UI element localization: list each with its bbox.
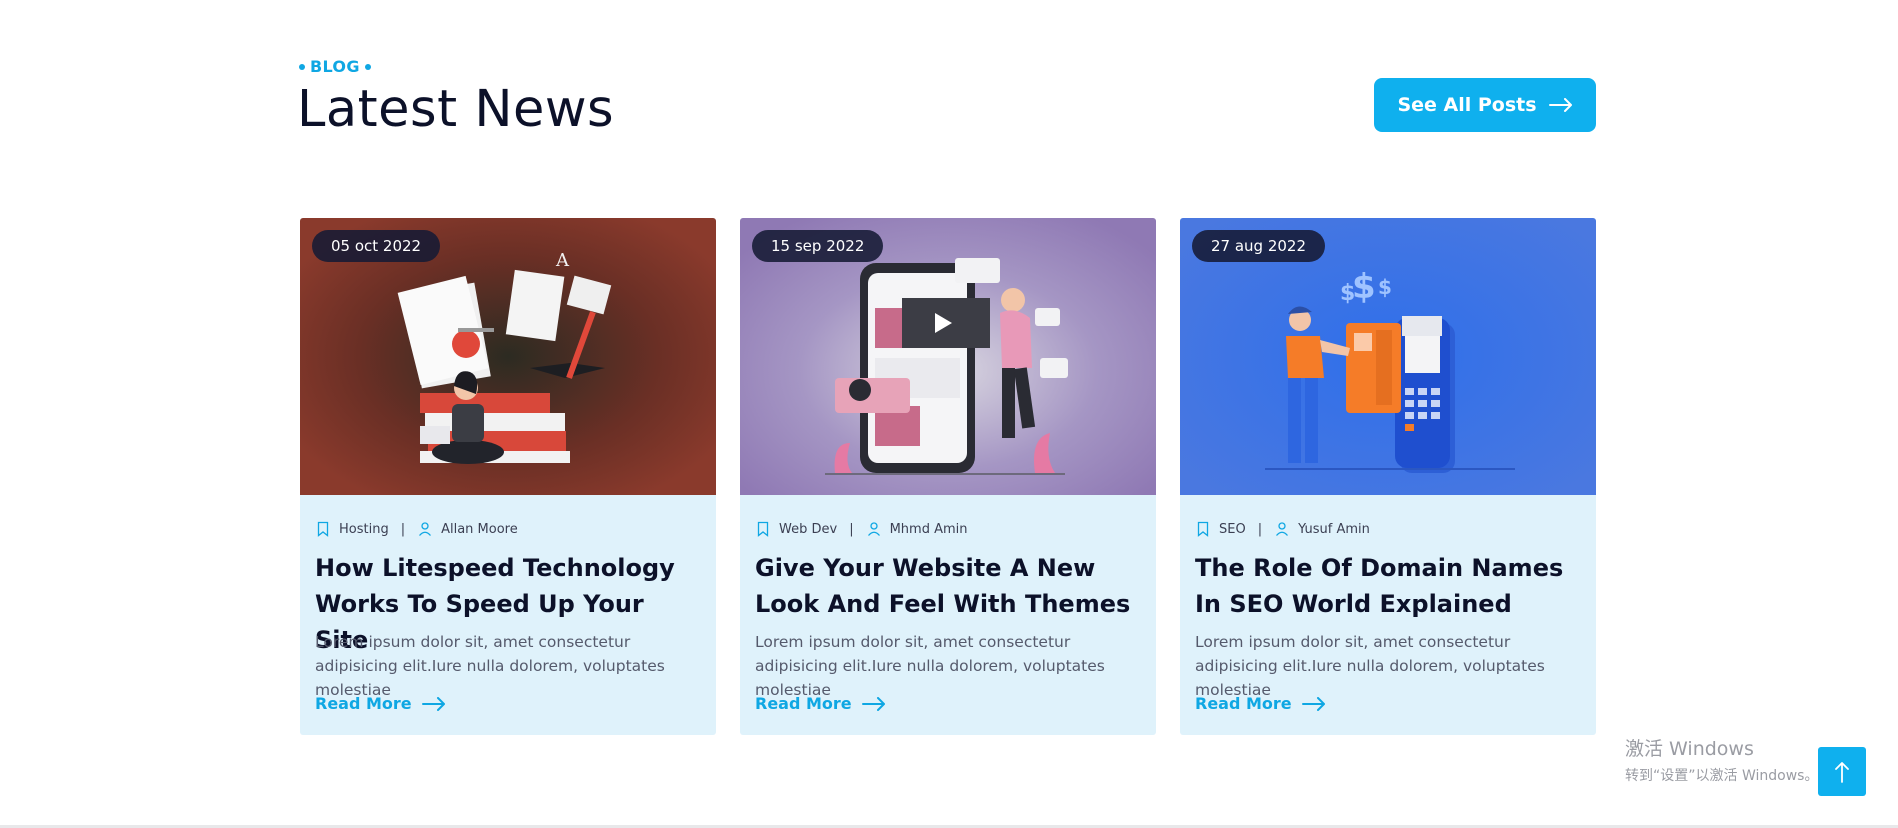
read-more-label: Read More <box>755 694 852 713</box>
bookmark-icon <box>755 521 771 537</box>
eyebrow-label: BLOG <box>310 57 360 76</box>
watermark-line-2: 转到“设置”以激活 Windows。 <box>1625 768 1819 784</box>
meta-separator: | <box>400 521 406 537</box>
windows-activation-watermark: 激活 Windows 转到“设置”以激活 Windows。 <box>1625 734 1818 785</box>
meta-separator: | <box>1257 521 1263 537</box>
user-icon <box>1274 521 1290 537</box>
svg-text:$: $ <box>1352 267 1376 307</box>
post-date-badge: 05 oct 2022 <box>312 230 441 262</box>
eyebrow-dot-right <box>364 63 371 70</box>
post-thumbnail[interactable]: 15 sep 2022 <box>740 218 1156 495</box>
post-category[interactable]: Hosting <box>339 522 389 537</box>
post-card[interactable]: A 05 oct 2022 Hosting | Allan Moore How … <box>300 218 716 735</box>
read-more-link[interactable]: Read More <box>1195 694 1326 713</box>
section-title: Latest News <box>297 80 615 139</box>
bookmark-icon <box>315 521 331 537</box>
post-author[interactable]: Mhmd Amin <box>890 522 968 537</box>
post-category[interactable]: Web Dev <box>779 522 837 537</box>
latest-news-page: BLOG Latest News See All Posts A 05 oct … <box>0 0 1898 828</box>
post-title[interactable]: The Role Of Domain Names In SEO World Ex… <box>1195 550 1585 622</box>
post-author[interactable]: Yusuf Amin <box>1298 522 1370 537</box>
post-date-badge: 27 aug 2022 <box>1192 230 1326 262</box>
watermark-line-1: 激活 Windows <box>1625 738 1754 760</box>
post-category[interactable]: SEO <box>1219 522 1246 537</box>
section-eyebrow: BLOG <box>299 57 371 76</box>
arrow-right-icon <box>861 696 885 711</box>
post-date-badge: 15 sep 2022 <box>752 230 884 262</box>
post-excerpt: Lorem ipsum dolor sit, amet consectetur … <box>1195 633 1545 699</box>
read-more-label: Read More <box>315 694 412 713</box>
arrow-up-icon <box>1835 761 1849 783</box>
read-more-link[interactable]: Read More <box>755 694 886 713</box>
user-icon <box>866 521 882 537</box>
post-meta: Hosting | Allan Moore <box>315 521 518 537</box>
read-more-label: Read More <box>1195 694 1292 713</box>
svg-text:$: $ <box>1378 275 1392 299</box>
meta-separator: | <box>849 521 854 537</box>
see-all-posts-button[interactable]: See All Posts <box>1374 78 1596 132</box>
post-meta: Web Dev | Mhmd Amin <box>755 521 968 537</box>
post-card[interactable]: 15 sep 2022 Web Dev | Mhmd Amin Give You… <box>740 218 1156 735</box>
user-icon <box>417 521 433 537</box>
post-author[interactable]: Allan Moore <box>441 522 518 537</box>
arrow-right-icon <box>421 696 445 711</box>
post-excerpt: Lorem ipsum dolor sit, amet consectetur … <box>755 633 1105 699</box>
post-thumbnail[interactable]: A 05 oct 2022 <box>300 218 716 495</box>
back-to-top-button[interactable] <box>1818 747 1866 796</box>
bookmark-icon <box>1195 521 1211 537</box>
post-title[interactable]: Give Your Website A New Look And Feel Wi… <box>755 550 1145 622</box>
see-all-posts-label: See All Posts <box>1397 94 1537 116</box>
arrow-right-icon <box>1301 696 1325 711</box>
post-thumbnail[interactable]: $ $ $ 27 aug 2022 <box>1180 218 1596 495</box>
post-card[interactable]: $ $ $ 27 aug 2022 SEO | Yusuf Amin The R… <box>1180 218 1596 735</box>
post-meta: SEO | Yusuf Amin <box>1195 521 1370 537</box>
arrow-right-icon <box>1548 98 1572 112</box>
eyebrow-dot-left <box>299 63 305 70</box>
svg-text:A: A <box>555 250 570 271</box>
post-excerpt: Lorem ipsum dolor sit, amet consectetur … <box>315 633 665 699</box>
svg-text:$: $ <box>1340 281 1355 306</box>
read-more-link[interactable]: Read More <box>315 694 446 713</box>
